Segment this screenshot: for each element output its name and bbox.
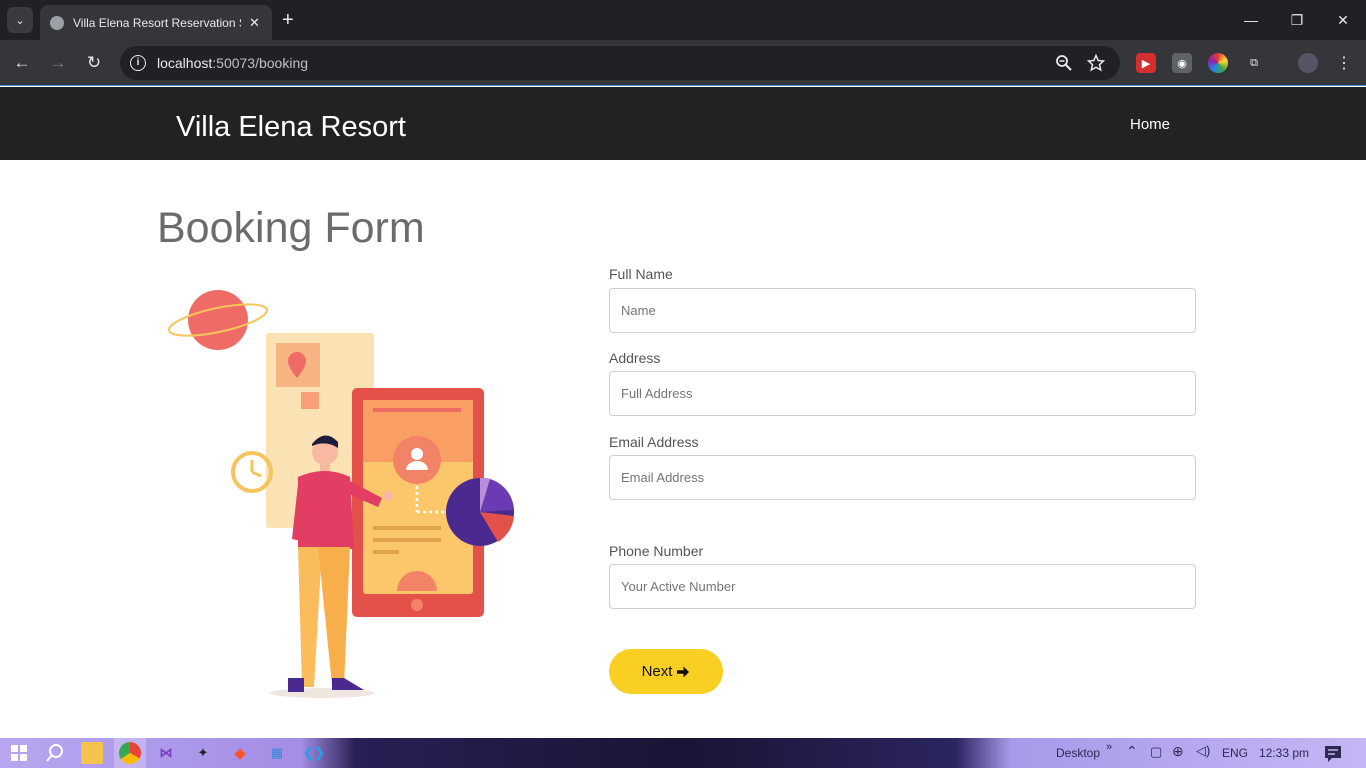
windows-taskbar: ⋈ ✦ ◆ ▦ ❮❯ Desktop » ⌃ ▢ ⊕ ◁) ENG 12:33 … [0, 738, 1366, 768]
full-name-label: Full Name [609, 266, 673, 282]
language-indicator[interactable]: ENG [1222, 746, 1248, 760]
bookmark-star-icon[interactable] [1087, 54, 1105, 72]
nav-home-link[interactable]: Home [1130, 116, 1170, 133]
vscode-icon[interactable]: ❮❯ [303, 742, 325, 764]
zoom-icon[interactable] [1055, 54, 1073, 72]
file-explorer-icon[interactable] [81, 742, 103, 764]
arrow-right-icon [677, 666, 690, 677]
back-arrow-icon[interactable]: ← [10, 51, 34, 75]
email-label: Email Address [609, 434, 699, 450]
reload-icon[interactable]: ↻ [82, 51, 106, 75]
planet-icon [168, 290, 268, 350]
extension-red-icon[interactable]: ▶ [1136, 53, 1156, 73]
minimize-button[interactable]: — [1228, 0, 1274, 40]
url-path: :50073/booking [212, 55, 309, 71]
meet-now-icon[interactable]: ▢ [1150, 744, 1162, 760]
address-label: Address [609, 350, 661, 366]
camera-extension-icon[interactable]: ◉ [1172, 53, 1192, 73]
site-brand[interactable]: Villa Elena Resort [176, 111, 406, 144]
puzzle-extensions-icon[interactable]: ⧉ [1244, 53, 1264, 73]
phone-label: Phone Number [609, 543, 704, 559]
network-globe-icon[interactable]: ⊕ [1172, 743, 1184, 760]
visual-studio-icon[interactable]: ⋈ [155, 742, 177, 764]
toolbar-expand-icon[interactable]: » [1106, 741, 1112, 753]
address-bar[interactable]: i localhost:50073/booking [120, 46, 1120, 80]
page-title: Booking Form [157, 204, 425, 252]
profile-avatar[interactable] [1298, 53, 1318, 73]
email-input[interactable] [609, 455, 1196, 500]
clock-icon [231, 451, 273, 493]
chrome-icon[interactable] [119, 742, 141, 764]
site-header: Villa Elena Resort Home [0, 87, 1366, 160]
chevron-down-icon: ⌄ [15, 14, 25, 27]
site-info-icon[interactable]: i [130, 55, 146, 71]
pie-chart-icon [446, 477, 514, 546]
clock-time[interactable]: 12:33 pm [1259, 746, 1309, 760]
taskbar-search-icon[interactable] [44, 742, 66, 764]
full-name-input[interactable] [609, 288, 1196, 333]
tray-chevron-up-icon[interactable]: ⌃ [1126, 743, 1138, 760]
phone-input[interactable] [609, 564, 1196, 609]
next-button-label: Next [641, 663, 673, 680]
globe-icon [50, 15, 64, 30]
next-button[interactable]: Next [609, 649, 723, 694]
tab-close-icon[interactable]: ✕ [249, 15, 260, 31]
menu-kebab-icon[interactable]: ⋮ [1334, 53, 1354, 73]
small-square [301, 392, 319, 409]
browser-tabstrip: ⌄ Villa Elena Resort Reservation Sy ✕ + … [0, 0, 1366, 40]
browser-toolbar: ← → ↻ i localhost:50073/booking ▶ ◉ ⧉ ⋮ [0, 40, 1366, 86]
close-window-button[interactable]: ✕ [1320, 0, 1366, 40]
url-text[interactable]: localhost:50073/booking [157, 55, 308, 71]
address-input[interactable] [609, 371, 1196, 416]
windows-start-icon[interactable] [8, 742, 30, 764]
desktop-toolbar-label[interactable]: Desktop [1056, 746, 1100, 760]
brave-browser-icon[interactable]: ◆ [229, 742, 251, 764]
new-tab-button[interactable]: + [282, 8, 294, 32]
url-host: localhost [157, 55, 213, 71]
volume-icon[interactable]: ◁) [1196, 743, 1210, 759]
booking-illustration [168, 290, 514, 698]
utility-app-icon[interactable]: ▦ [266, 742, 288, 764]
tab-search-button[interactable]: ⌄ [7, 7, 33, 33]
notifications-icon[interactable] [1322, 743, 1344, 765]
color-extension-icon[interactable] [1208, 53, 1228, 73]
tab-title: Villa Elena Resort Reservation Sy [73, 15, 241, 30]
browser-tab-active[interactable]: Villa Elena Resort Reservation Sy ✕ [40, 5, 272, 40]
tool-app-icon[interactable]: ✦ [192, 742, 214, 764]
forward-arrow-icon[interactable]: → [46, 51, 70, 75]
restore-button[interactable]: ❐ [1274, 0, 1320, 40]
